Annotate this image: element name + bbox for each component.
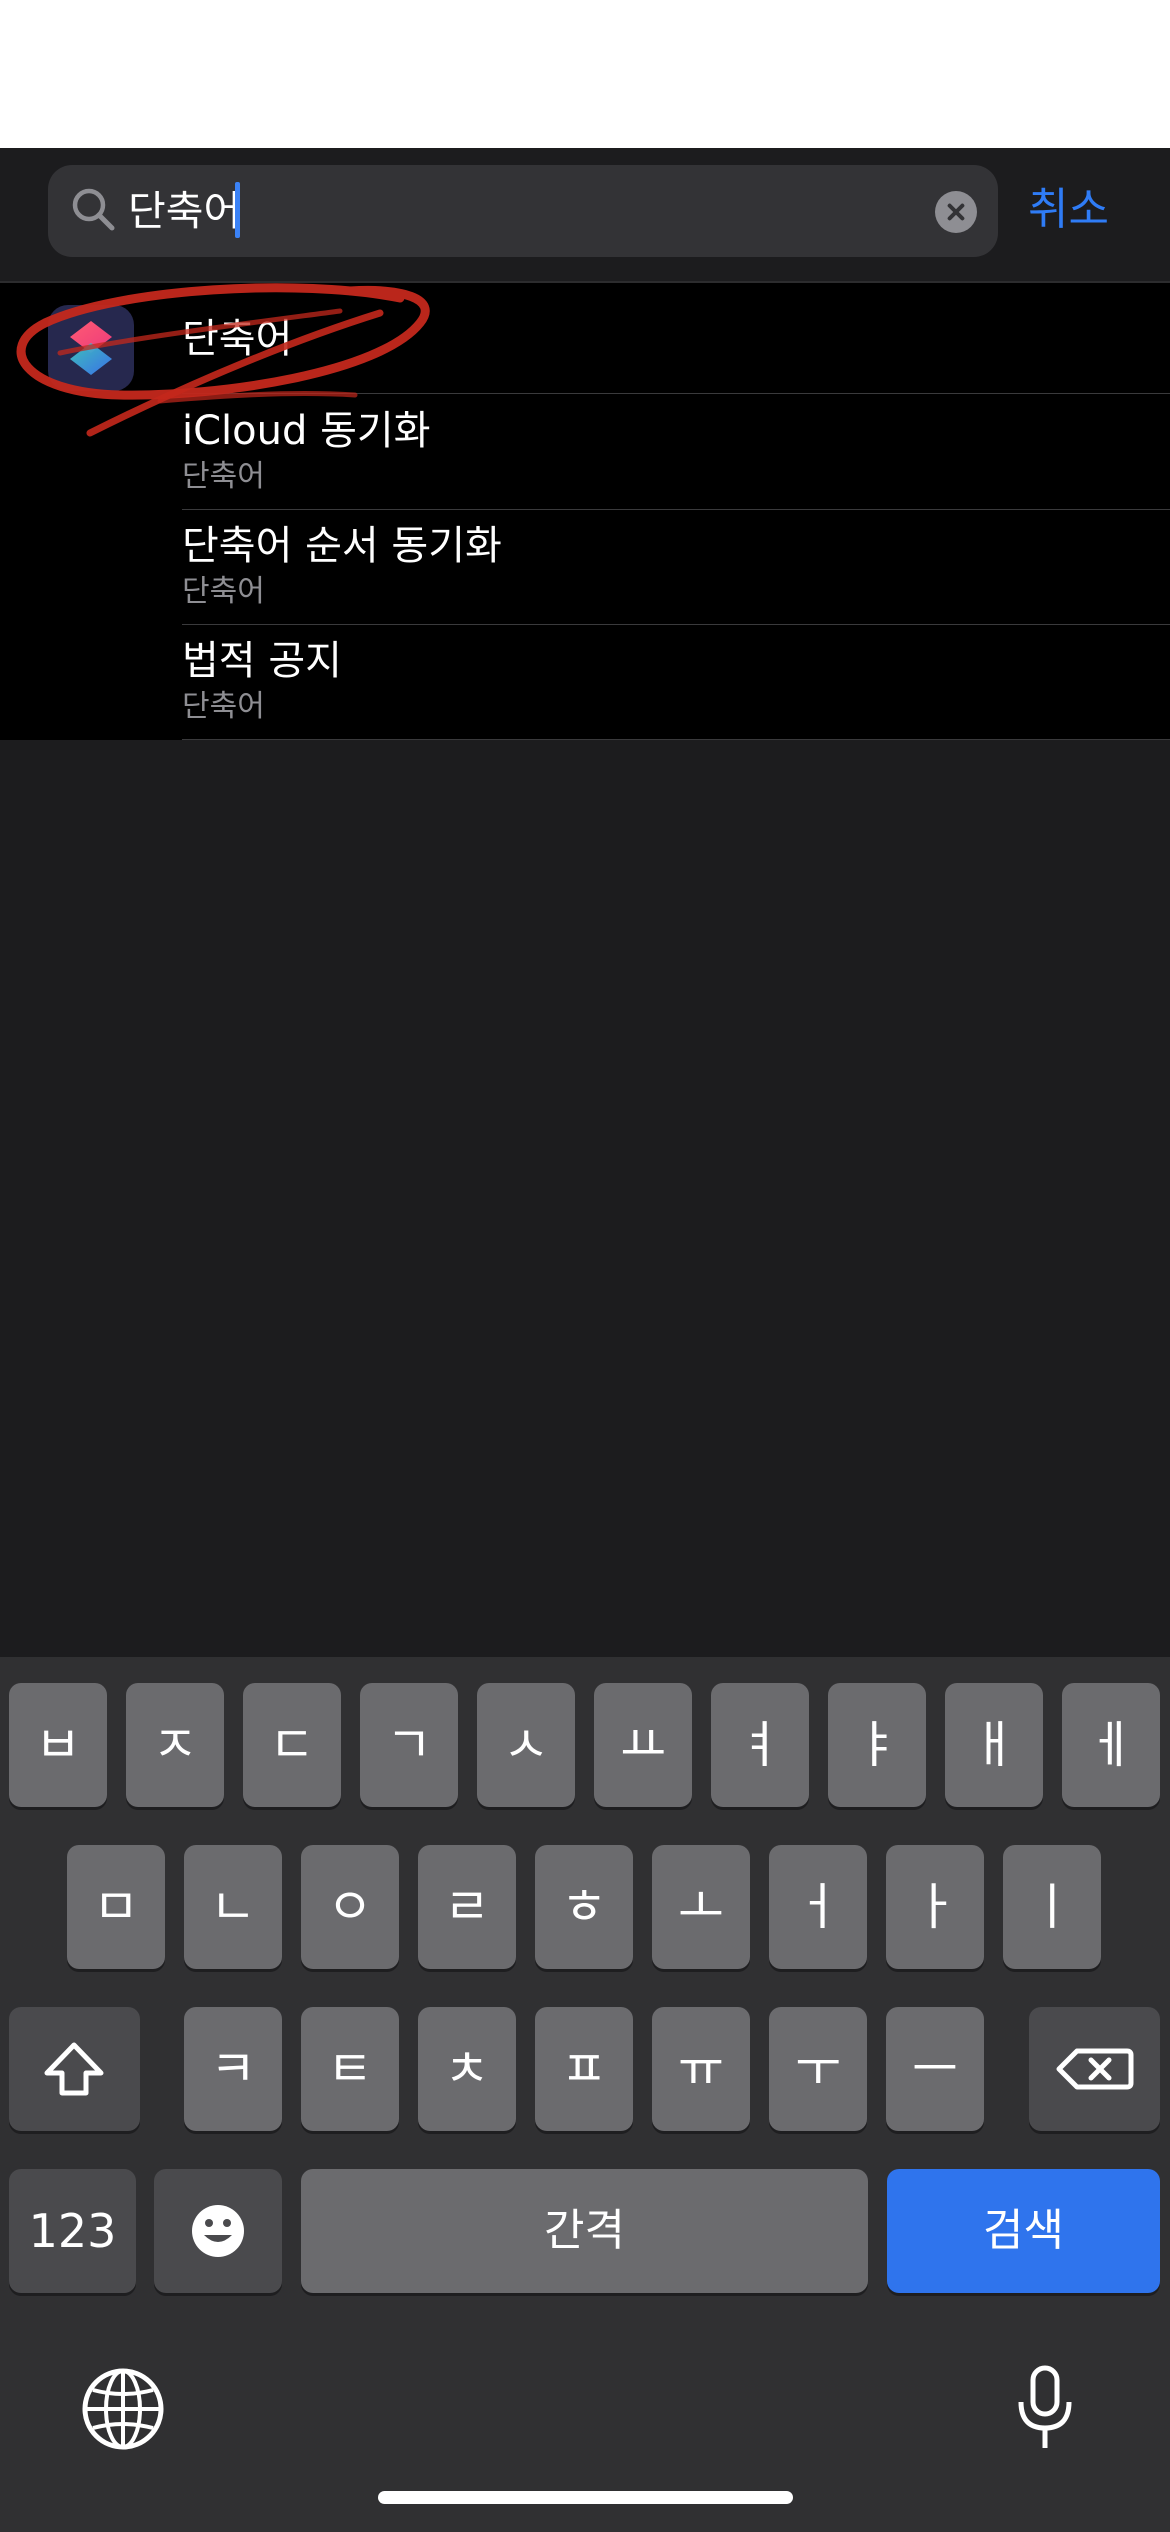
backspace-key[interactable] bbox=[1029, 2007, 1160, 2131]
key[interactable]: ㅎ bbox=[535, 1845, 633, 1969]
result-title: 법적 공지 bbox=[182, 638, 342, 684]
key[interactable]: ㅂ bbox=[9, 1683, 107, 1807]
key[interactable]: ㅈ bbox=[126, 1683, 224, 1807]
result-subtitle: 단축어 bbox=[182, 459, 265, 494]
key[interactable]: ㅇ bbox=[301, 1845, 399, 1969]
key[interactable]: ㅍ bbox=[535, 2007, 633, 2131]
clear-search-button[interactable] bbox=[935, 191, 977, 233]
key[interactable]: ㄱ bbox=[360, 1683, 458, 1807]
space-key[interactable]: 간격 bbox=[301, 2169, 868, 2293]
key[interactable]: ㅠ bbox=[652, 2007, 750, 2131]
globe-icon[interactable] bbox=[78, 2364, 168, 2454]
divider bbox=[182, 393, 1170, 394]
key[interactable]: ㅑ bbox=[828, 1683, 926, 1807]
home-indicator bbox=[378, 2491, 793, 2504]
divider bbox=[182, 739, 1170, 740]
shortcuts-app-icon[interactable] bbox=[48, 305, 134, 391]
search-key[interactable]: 검색 bbox=[887, 2169, 1160, 2293]
divider bbox=[182, 624, 1170, 625]
key[interactable]: ㅗ bbox=[652, 1845, 750, 1969]
search-input[interactable]: 단축어 bbox=[128, 176, 241, 246]
cancel-button[interactable]: 취소 bbox=[1028, 178, 1109, 242]
red-circle-annotation bbox=[16, 283, 430, 437]
result-subtitle: 단축어 bbox=[182, 574, 265, 609]
key[interactable]: ㄴ bbox=[184, 1845, 282, 1969]
key[interactable]: ㅕ bbox=[711, 1683, 809, 1807]
key[interactable]: ㅅ bbox=[477, 1683, 575, 1807]
result-app-name: 단축어 bbox=[182, 316, 293, 362]
key[interactable]: ㅣ bbox=[1003, 1845, 1101, 1969]
result-title: 단축어 순서 동기화 bbox=[182, 523, 502, 569]
text-cursor bbox=[235, 182, 240, 238]
key[interactable]: ㅡ bbox=[886, 2007, 984, 2131]
shift-key[interactable] bbox=[9, 2007, 140, 2131]
key[interactable]: ㄷ bbox=[243, 1683, 341, 1807]
key[interactable]: ㅁ bbox=[67, 1845, 165, 1969]
shift-icon bbox=[44, 2042, 104, 2096]
emoji-key[interactable] bbox=[154, 2169, 282, 2293]
key[interactable]: ㅔ bbox=[1062, 1683, 1160, 1807]
emoji-icon bbox=[192, 2205, 244, 2257]
top-blank-area bbox=[0, 0, 1170, 148]
key[interactable]: ㅐ bbox=[945, 1683, 1043, 1807]
key[interactable]: ㅛ bbox=[594, 1683, 692, 1807]
key[interactable]: ㄹ bbox=[418, 1845, 516, 1969]
key[interactable]: ㅊ bbox=[418, 2007, 516, 2131]
microphone-icon[interactable] bbox=[1010, 2364, 1080, 2454]
backspace-icon bbox=[1056, 2048, 1134, 2090]
key[interactable]: ㅌ bbox=[301, 2007, 399, 2131]
korean-keyboard: ㅂ ㅈ ㄷ ㄱ ㅅ ㅛ ㅕ ㅑ ㅐ ㅔ ㅁ ㄴ ㅇ ㄹ ㅎ ㅗ ㅓ ㅏ ㅣ ㅋ … bbox=[0, 1657, 1170, 2532]
result-subtitle: 단축어 bbox=[182, 689, 265, 724]
search-icon bbox=[72, 188, 115, 231]
key[interactable]: ㅏ bbox=[886, 1845, 984, 1969]
key[interactable]: ㅓ bbox=[769, 1845, 867, 1969]
divider bbox=[182, 509, 1170, 510]
numbers-key[interactable]: 123 bbox=[9, 2169, 136, 2293]
key[interactable]: ㅋ bbox=[184, 2007, 282, 2131]
result-title: iCloud 동기화 bbox=[182, 408, 431, 454]
key[interactable]: ㅜ bbox=[769, 2007, 867, 2131]
search-results: 단축어 iCloud 동기화 단축어 단축어 순서 동기화 단축어 법적 공지 … bbox=[0, 283, 1170, 740]
